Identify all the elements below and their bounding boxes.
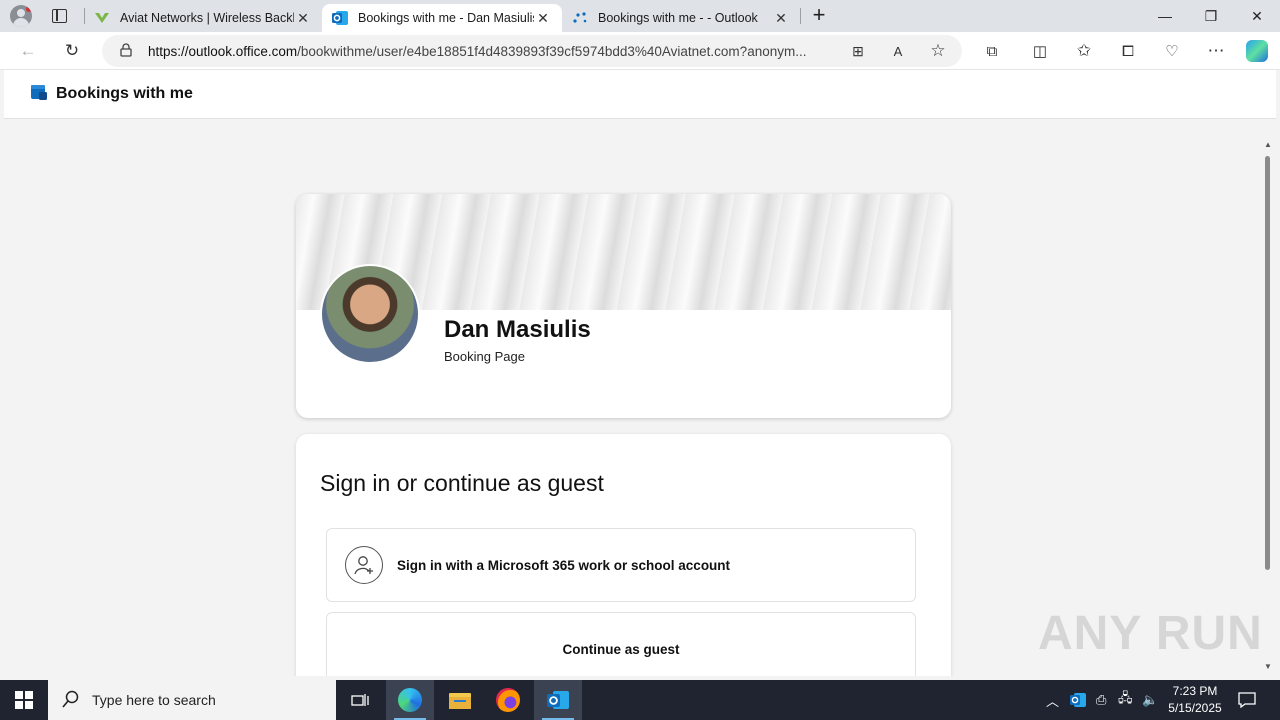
address-bar[interactable]: https://outlook.office.com/bookwithme/us…	[102, 35, 962, 67]
more-options-icon[interactable]: ⋯	[1202, 37, 1230, 65]
network-icon[interactable]: 🖧	[1118, 680, 1133, 720]
anyrun-watermark: ANY RUN	[1038, 607, 1263, 660]
edge-taskbar-icon[interactable]	[386, 680, 434, 720]
person-add-icon	[345, 546, 383, 584]
device-tray-icon[interactable]: ⎙	[1096, 680, 1106, 720]
read-aloud-icon[interactable]: A	[884, 37, 912, 65]
tab-title: Aviat Networks | Wireless Backha	[120, 11, 294, 25]
windows-start-icon[interactable]	[0, 680, 48, 720]
loading-dots-icon	[572, 10, 588, 26]
app-title: Bookings with me	[56, 85, 193, 102]
close-window-button[interactable]: ✕	[1234, 0, 1280, 32]
close-icon[interactable]: ✕	[534, 10, 552, 27]
restore-button[interactable]: ❐	[1188, 0, 1234, 32]
notifications-icon[interactable]	[1238, 680, 1256, 720]
copilot-icon[interactable]	[1246, 40, 1268, 62]
scrollbar-thumb[interactable]	[1265, 156, 1270, 570]
avatar	[320, 264, 420, 364]
tab-aviat[interactable]: Aviat Networks | Wireless Backha ✕	[84, 4, 322, 32]
profile-subtitle: Booking Page	[444, 349, 525, 364]
profile-name: Dan Masiulis	[444, 316, 591, 343]
taskbar-search[interactable]: Type here to search	[48, 680, 336, 720]
signin-account-button[interactable]: Sign in with a Microsoft 365 work or sch…	[326, 528, 916, 602]
continue-guest-label: Continue as guest	[562, 641, 680, 657]
tab-title: Bookings with me - - Outlook	[598, 11, 758, 25]
tab-bookings-outlook[interactable]: Bookings with me - - Outlook ✕	[562, 4, 800, 32]
scroll-up-icon[interactable]: ▲	[1264, 140, 1272, 149]
aviat-favicon	[94, 10, 110, 26]
tab-separator	[800, 8, 801, 24]
taskbar: Type here to search ︿ ⎙ 🖧 🔈 7:23 PM 5/15…	[0, 680, 1280, 720]
lock-icon	[120, 43, 132, 57]
tab-separator	[84, 8, 85, 24]
clock-date: 5/15/2025	[1168, 701, 1222, 715]
collections-icon[interactable]: ⧠	[1114, 37, 1142, 65]
profile-icon[interactable]	[10, 5, 32, 27]
close-icon[interactable]: ✕	[294, 10, 312, 27]
firefox-icon[interactable]	[484, 680, 532, 720]
search-icon	[62, 690, 80, 711]
close-icon[interactable]: ✕	[772, 10, 790, 27]
url-host: https://outlook.office.com	[148, 43, 298, 59]
new-tab-button[interactable]: +	[808, 4, 830, 28]
favorites-icon[interactable]: ✩	[1070, 37, 1098, 65]
show-hidden-icons-icon[interactable]: ︿	[1046, 680, 1059, 720]
signin-card: Sign in or continue as guest Sign in wit…	[296, 434, 951, 676]
volume-icon[interactable]: 🔈	[1142, 680, 1158, 720]
profile-card: Dan Masiulis Booking Page	[296, 194, 951, 418]
browser-titlebar: Aviat Networks | Wireless Backha ✕ Booki…	[0, 0, 1280, 32]
tab-actions-icon[interactable]	[52, 9, 67, 23]
extensions-icon[interactable]: ⧉	[978, 37, 1006, 65]
tab-title: Bookings with me - Dan Masiulis	[358, 11, 534, 25]
minimize-button[interactable]: —	[1142, 0, 1188, 32]
task-view-icon[interactable]	[336, 680, 384, 720]
outlook-favicon	[332, 10, 348, 26]
outlook-taskbar-icon[interactable]	[534, 680, 582, 720]
refresh-icon[interactable]: ↻	[58, 37, 86, 65]
tab-bookings-active[interactable]: Bookings with me - Dan Masiulis ✕	[322, 4, 562, 32]
page-scrollbar[interactable]: ▲ ▼	[1260, 136, 1276, 676]
browser-essentials-icon[interactable]: ♡	[1158, 37, 1186, 65]
signin-heading: Sign in or continue as guest	[320, 470, 604, 496]
clock-time: 7:23 PM	[1172, 684, 1218, 698]
scroll-down-icon[interactable]: ▼	[1264, 662, 1272, 671]
signin-account-label: Sign in with a Microsoft 365 work or sch…	[397, 557, 731, 573]
continue-guest-button[interactable]: Continue as guest	[326, 612, 916, 676]
app-header: Bookings with me	[4, 70, 1276, 119]
page-content: Bookings with me Dan Masiulis Booking Pa…	[4, 70, 1276, 676]
system-clock[interactable]: 7:23 PM 5/15/2025	[1164, 683, 1226, 717]
address-toolbar: ← ↻ https://outlook.office.com/bookwithm…	[0, 32, 1280, 70]
search-placeholder: Type here to search	[92, 692, 216, 708]
split-screen-icon[interactable]: ◫	[1026, 37, 1054, 65]
favorite-star-icon[interactable]: ☆	[924, 37, 952, 65]
bookings-logo-icon	[30, 83, 48, 106]
outlook-tray-icon[interactable]	[1070, 680, 1086, 720]
url-path: /bookwithme/user/e4be18851f4d4839893f39c…	[297, 43, 807, 59]
app-available-icon[interactable]: ⊞	[844, 37, 872, 65]
file-explorer-icon[interactable]	[436, 680, 484, 720]
back-icon[interactable]: ←	[14, 37, 42, 65]
